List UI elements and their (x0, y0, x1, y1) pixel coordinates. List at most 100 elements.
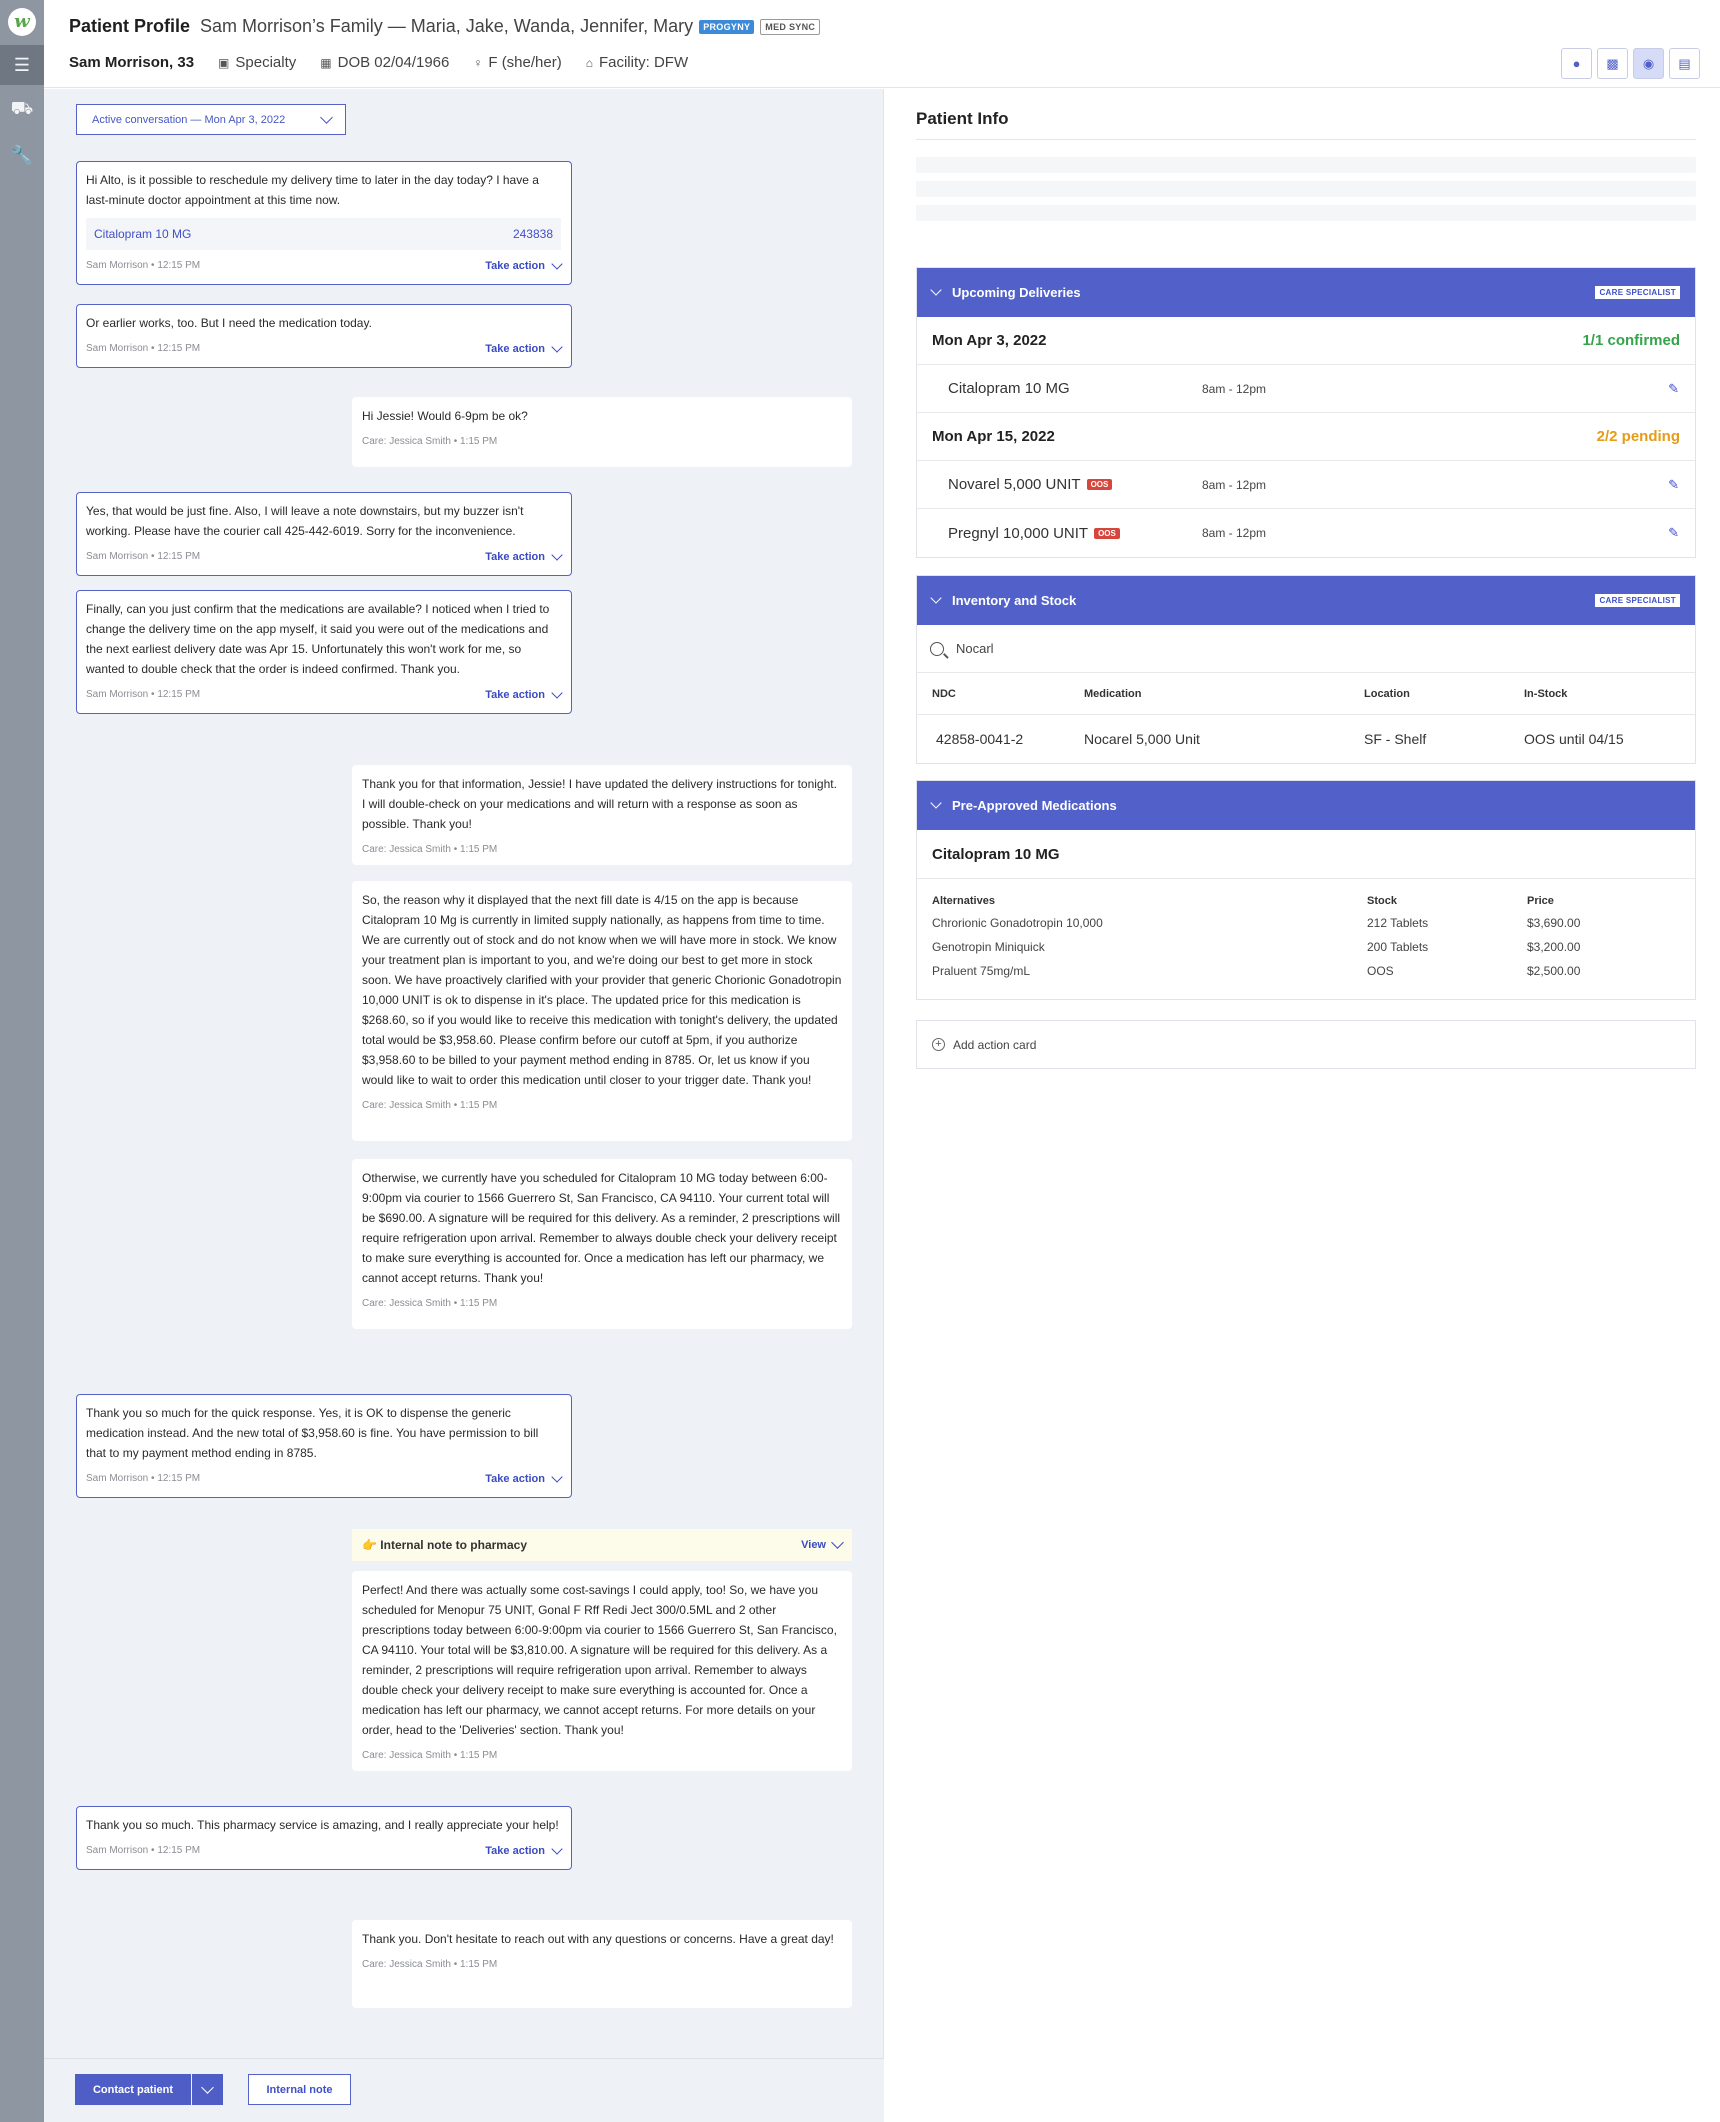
dob-label: DOB 02/04/1966 (337, 54, 450, 71)
care-message: Thank you for that information, Jessie! … (352, 765, 852, 865)
patient-message: Or earlier works, too. But I need the me… (76, 304, 572, 368)
inventory-search[interactable]: Nocarl (917, 625, 1695, 673)
table-row: Genotropin Miniquick 200 Tablets $3,200.… (917, 935, 1695, 959)
view-button[interactable]: View (801, 1536, 844, 1551)
clipboard-icon[interactable]: ▩ (1597, 48, 1628, 79)
take-action-button[interactable]: Take action (485, 547, 563, 567)
message-text: Thank you. Don't hesitate to reach out w… (362, 1932, 834, 1946)
column-header: Location (1364, 687, 1410, 700)
person-icon[interactable]: ● (1561, 48, 1592, 79)
pre-approved-header[interactable]: Pre-Approved Medications (917, 781, 1695, 830)
card-title: Pre-Approved Medications (952, 798, 1117, 813)
patient-info-title: Patient Info (916, 109, 1009, 128)
message-text: Otherwise, we currently have you schedul… (362, 1171, 841, 1285)
medication-reference[interactable]: Citalopram 10 MG 243838 (86, 218, 561, 250)
internal-note-header[interactable]: 👉 Internal note to pharmacy View (352, 1529, 852, 1561)
take-action-button[interactable]: Take action (485, 1841, 563, 1861)
delivery-item-row: Citalopram 10 MG 8am - 12pm ✎ (917, 365, 1695, 413)
search-input[interactable]: Nocarl (956, 641, 994, 656)
page-title: Patient Profile (69, 16, 191, 36)
take-action-label: Take action (485, 343, 545, 355)
chevron-down-icon (320, 110, 333, 124)
patient-name: Sam Morrison, 33 (69, 54, 195, 71)
message-author: Sam Morrison (86, 1845, 149, 1856)
take-action-label: Take action (485, 260, 545, 272)
medication-name: Citalopram 10 MG (94, 227, 192, 241)
chevron-down-icon (831, 1536, 844, 1549)
chat-icon[interactable]: ◉ (1633, 48, 1664, 79)
message-text: Or earlier works, too. But I need the me… (86, 316, 372, 330)
care-message: Perfect! And there was actually some cos… (352, 1571, 852, 1771)
chevron-down-icon (551, 1470, 563, 1483)
briefcase-icon[interactable]: ▤ (1669, 48, 1700, 79)
patient-message: Hi Alto, is it possible to reschedule my… (76, 161, 572, 285)
column-header: NDC (932, 687, 956, 700)
message-text: Hi Jessie! Would 6-9pm be ok? (362, 409, 528, 423)
message-time: 12:15 PM (157, 260, 201, 271)
contact-patient-button[interactable]: Contact patient (75, 2074, 191, 2105)
care-specialist-badge: CARE SPECIALIST (1595, 286, 1680, 299)
take-action-button[interactable]: Take action (485, 256, 563, 276)
add-action-card-button[interactable]: + Add action card (916, 1020, 1696, 1069)
message-text: Finally, can you just confirm that the m… (86, 602, 550, 676)
document-icon: ▣ (218, 55, 230, 70)
truck-icon[interactable]: ⛟ (0, 90, 44, 130)
take-action-label: Take action (485, 689, 545, 701)
delivery-status: 2/2 pending (1596, 428, 1680, 445)
delivery-time: 8am - 12pm (1202, 526, 1267, 540)
care-message: Thank you. Don't hesitate to reach out w… (352, 1920, 852, 2008)
message-time: 1:15 PM (459, 1750, 498, 1761)
alternative-cell: Praluent 75mg/mL (932, 964, 1031, 978)
edit-pencil-icon[interactable]: ✎ (1668, 525, 1679, 541)
app-logo[interactable]: w (8, 8, 36, 36)
table-row: Chrorionic Gonadotropin 10,000 212 Table… (917, 911, 1695, 935)
loading-placeholder (916, 157, 1696, 173)
pre-approved-card: Pre-Approved Medications Citalopram 10 M… (916, 780, 1696, 1000)
wrench-icon[interactable]: 🔧 (0, 135, 44, 175)
internal-note-button[interactable]: Internal note (248, 2074, 351, 2105)
message-text: Thank you so much for the quick response… (86, 1406, 539, 1460)
message-time: 12:15 PM (157, 551, 201, 562)
medication-id: 243838 (512, 227, 553, 241)
plus-circle-icon: + (932, 1038, 945, 1051)
upcoming-deliveries-card: Upcoming Deliveries CARE SPECIALIST Mon … (916, 267, 1696, 558)
conversation-dropdown[interactable]: Active conversation — Mon Apr 3, 2022 (76, 104, 346, 135)
upcoming-deliveries-header[interactable]: Upcoming Deliveries CARE SPECIALIST (917, 268, 1695, 317)
alternative-cell: Chrorionic Gonadotropin 10,000 (932, 916, 1103, 930)
gender-label: F (she/her) (488, 54, 562, 71)
inventory-header[interactable]: Inventory and Stock CARE SPECIALIST (917, 576, 1695, 625)
edit-pencil-icon[interactable]: ✎ (1668, 381, 1679, 397)
gender-icon: ♀ (473, 55, 483, 70)
conversation-panel: Active conversation — Mon Apr 3, 2022 Hi… (44, 89, 884, 2122)
message-time: 1:15 PM (459, 436, 498, 447)
contact-options-button[interactable] (192, 2074, 223, 2105)
take-action-button[interactable]: Take action (485, 685, 563, 705)
table-row: 42858-0041-2 Nocarel 5,000 Unit SF - She… (917, 715, 1695, 763)
edit-pencil-icon[interactable]: ✎ (1668, 477, 1679, 493)
column-header: Stock (1367, 895, 1397, 907)
message-text: Thank you so much. This pharmacy service… (86, 1818, 559, 1832)
take-action-button[interactable]: Take action (485, 339, 563, 359)
delivery-date: Mon Apr 3, 2022 (932, 332, 1047, 349)
delivery-date: Mon Apr 15, 2022 (932, 428, 1055, 445)
loading-placeholder (916, 205, 1696, 221)
message-text: Yes, that would be just fine. Also, I wi… (86, 504, 524, 538)
message-author: Care: Jessica Smith (362, 1100, 451, 1111)
delivery-item-row: Pregnyl 10,000 UNIT OOS 8am - 12pm ✎ (917, 509, 1695, 557)
care-message: Hi Jessie! Would 6-9pm be ok? Care: Jess… (352, 397, 852, 467)
message-time: 12:15 PM (157, 689, 201, 700)
add-action-card-label: Add action card (953, 1037, 1037, 1052)
take-action-button[interactable]: Take action (485, 1469, 563, 1489)
column-header: Price (1527, 895, 1554, 907)
message-time: 1:15 PM (459, 1959, 498, 1970)
delivery-date-row: Mon Apr 15, 2022 2/2 pending (917, 413, 1695, 461)
pre-approved-medication: Citalopram 10 MG (917, 830, 1695, 879)
message-text: Perfect! And there was actually some cos… (362, 1583, 837, 1737)
card-title: Inventory and Stock (952, 593, 1077, 608)
chevron-down-icon (201, 2080, 214, 2094)
price-cell: $3,200.00 (1527, 940, 1581, 954)
menu-icon[interactable]: ☰ (0, 45, 44, 85)
chevron-down-icon (930, 797, 942, 809)
location-cell: SF - Shelf (1364, 731, 1427, 747)
conversation-footer: Contact patient Internal note (44, 2058, 884, 2122)
